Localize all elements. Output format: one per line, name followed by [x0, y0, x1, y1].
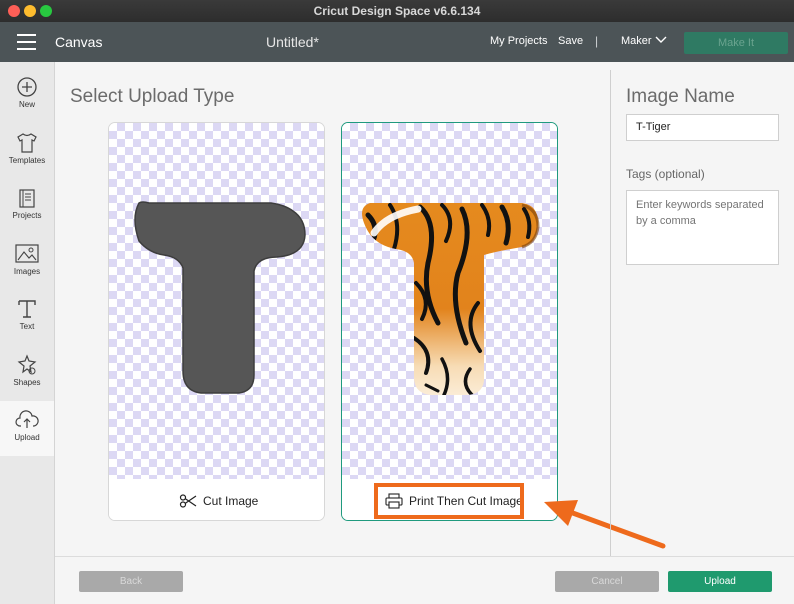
image-name-title: Image Name	[626, 86, 735, 107]
sidebar-item-label: Images	[13, 267, 41, 276]
save-button[interactable]: Save	[558, 35, 583, 47]
title-bar: Cricut Design Space v6.6.134	[0, 0, 794, 22]
app-header: Canvas Untitled* My Projects Save | Make…	[0, 22, 794, 62]
menu-icon[interactable]	[17, 34, 36, 50]
footer-divider	[55, 556, 794, 557]
zoom-window-button[interactable]	[40, 5, 52, 17]
projects-icon	[19, 189, 35, 208]
cut-image-preview	[134, 201, 306, 394]
card-footer: Cut Image	[109, 479, 324, 520]
window-title: Cricut Design Space v6.6.134	[313, 4, 481, 18]
plus-circle-icon	[17, 77, 37, 97]
sidebar-item-upload[interactable]: Upload	[0, 401, 54, 456]
header-separator: |	[595, 34, 599, 48]
cancel-button[interactable]: Cancel	[555, 571, 659, 592]
back-button[interactable]: Back	[79, 571, 183, 592]
highlight-annotation-box	[374, 483, 524, 519]
sidebar-item-label: Projects	[12, 211, 42, 220]
sidebar-item-templates[interactable]: Templates	[0, 124, 54, 179]
cut-image-option[interactable]: Cut Image	[179, 491, 258, 511]
transparency-preview	[109, 123, 324, 479]
page-title: Select Upload Type	[70, 86, 235, 107]
text-icon	[18, 300, 36, 318]
sidebar-item-projects[interactable]: Projects	[0, 179, 54, 234]
sidebar: New Templates Projects Images Text Shape…	[0, 62, 55, 604]
sidebar-item-label: Text	[19, 322, 35, 331]
cloud-upload-icon	[15, 410, 39, 428]
sidebar-item-text[interactable]: Text	[0, 290, 54, 345]
print-then-cut-preview	[362, 203, 540, 395]
tags-input[interactable]	[626, 190, 779, 265]
tshirt-icon	[17, 133, 37, 153]
right-panel	[610, 70, 794, 556]
document-title[interactable]: Untitled*	[266, 34, 319, 50]
close-window-button[interactable]	[8, 5, 20, 17]
image-icon	[15, 244, 39, 263]
cut-image-label: Cut Image	[203, 494, 259, 508]
my-projects-link[interactable]: My Projects	[490, 35, 547, 47]
minimize-window-button[interactable]	[24, 5, 36, 17]
app-window: Cricut Design Space v6.6.134 Canvas Unti…	[0, 0, 794, 604]
sidebar-item-label: Upload	[14, 433, 40, 442]
machine-select[interactable]: Maker	[621, 35, 652, 47]
cut-image-card[interactable]: Cut Image	[108, 122, 325, 521]
sidebar-item-label: Templates	[8, 156, 46, 165]
print-then-cut-card[interactable]: Print Then Cut Image	[341, 122, 558, 521]
scissors-icon	[179, 494, 197, 508]
sidebar-item-label: Shapes	[13, 378, 41, 387]
sidebar-item-new[interactable]: New	[0, 68, 54, 123]
tags-label: Tags (optional)	[626, 167, 705, 181]
make-it-button[interactable]: Make It	[684, 32, 788, 54]
section-label: Canvas	[55, 34, 103, 50]
shapes-icon	[17, 354, 37, 375]
sidebar-item-label: New	[18, 100, 35, 109]
transparency-preview	[342, 123, 557, 479]
sidebar-item-images[interactable]: Images	[0, 235, 54, 290]
upload-button[interactable]: Upload	[668, 571, 772, 592]
sidebar-item-shapes[interactable]: Shapes	[0, 346, 54, 401]
image-name-input[interactable]: T-Tiger	[626, 114, 779, 141]
chevron-down-icon[interactable]	[655, 36, 667, 44]
